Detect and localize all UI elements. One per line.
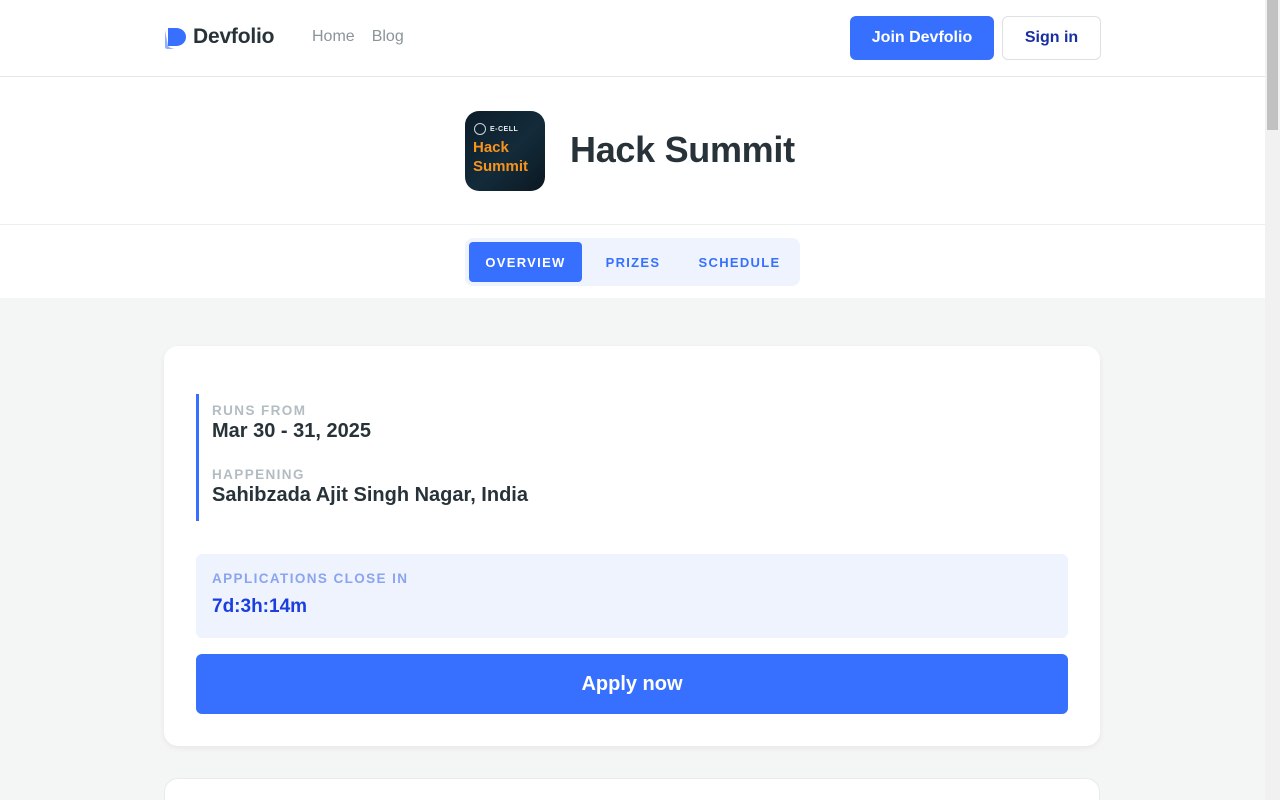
happening-value: Sahibzada Ajit Singh Nagar, India: [212, 484, 528, 506]
logo-sponsor-row: E-CELL: [474, 123, 518, 135]
tab-prizes[interactable]: PRIZES: [593, 242, 673, 282]
devfolio-logo-icon: [165, 25, 187, 49]
applications-close-box: APPLICATIONS CLOSE IN 7d:3h:14m: [196, 554, 1068, 638]
brand[interactable]: Devfolio: [165, 25, 274, 49]
hack-summit-logo: E-CELL Hack Summit: [465, 111, 545, 191]
applications-countdown: 7d:3h:14m: [212, 596, 308, 617]
overview-card: RUNS FROM Mar 30 - 31, 2025 HAPPENING Sa…: [164, 346, 1100, 746]
join-devfolio-button[interactable]: Join Devfolio: [850, 16, 994, 60]
brand-name: Devfolio: [193, 25, 275, 48]
logo-sponsor-text: E-CELL: [490, 125, 519, 133]
hackathon-title: Hack Summit: [570, 129, 795, 170]
next-card: [164, 778, 1100, 800]
runs-from-value: Mar 30 - 31, 2025: [212, 420, 371, 442]
runs-from-label: RUNS FROM: [212, 403, 307, 418]
nav-link-blog[interactable]: Blog: [372, 28, 404, 46]
happening-label: HAPPENING: [212, 467, 305, 482]
tab-bar: OVERVIEW PRIZES SCHEDULE: [0, 225, 1265, 298]
scrollbar-thumb[interactable]: [1267, 0, 1278, 130]
tab-list: OVERVIEW PRIZES SCHEDULE: [465, 238, 800, 286]
sign-in-button[interactable]: Sign in: [1002, 16, 1101, 60]
emblem-icon: [474, 123, 486, 135]
logo-text: Hack Summit: [473, 139, 529, 175]
top-navigation: Devfolio Home Blog Join Devfolio Sign in: [0, 0, 1265, 77]
tab-overview[interactable]: OVERVIEW: [469, 242, 582, 282]
nav-link-home[interactable]: Home: [312, 28, 355, 46]
apply-now-button[interactable]: Apply now: [196, 654, 1068, 714]
nav-links: Home Blog: [312, 28, 404, 46]
hackathon-header: E-CELL Hack Summit Hack Summit: [0, 77, 1265, 225]
event-details: RUNS FROM Mar 30 - 31, 2025 HAPPENING Sa…: [196, 394, 796, 521]
tab-schedule[interactable]: SCHEDULE: [687, 242, 792, 282]
applications-close-label: APPLICATIONS CLOSE IN: [212, 571, 409, 586]
